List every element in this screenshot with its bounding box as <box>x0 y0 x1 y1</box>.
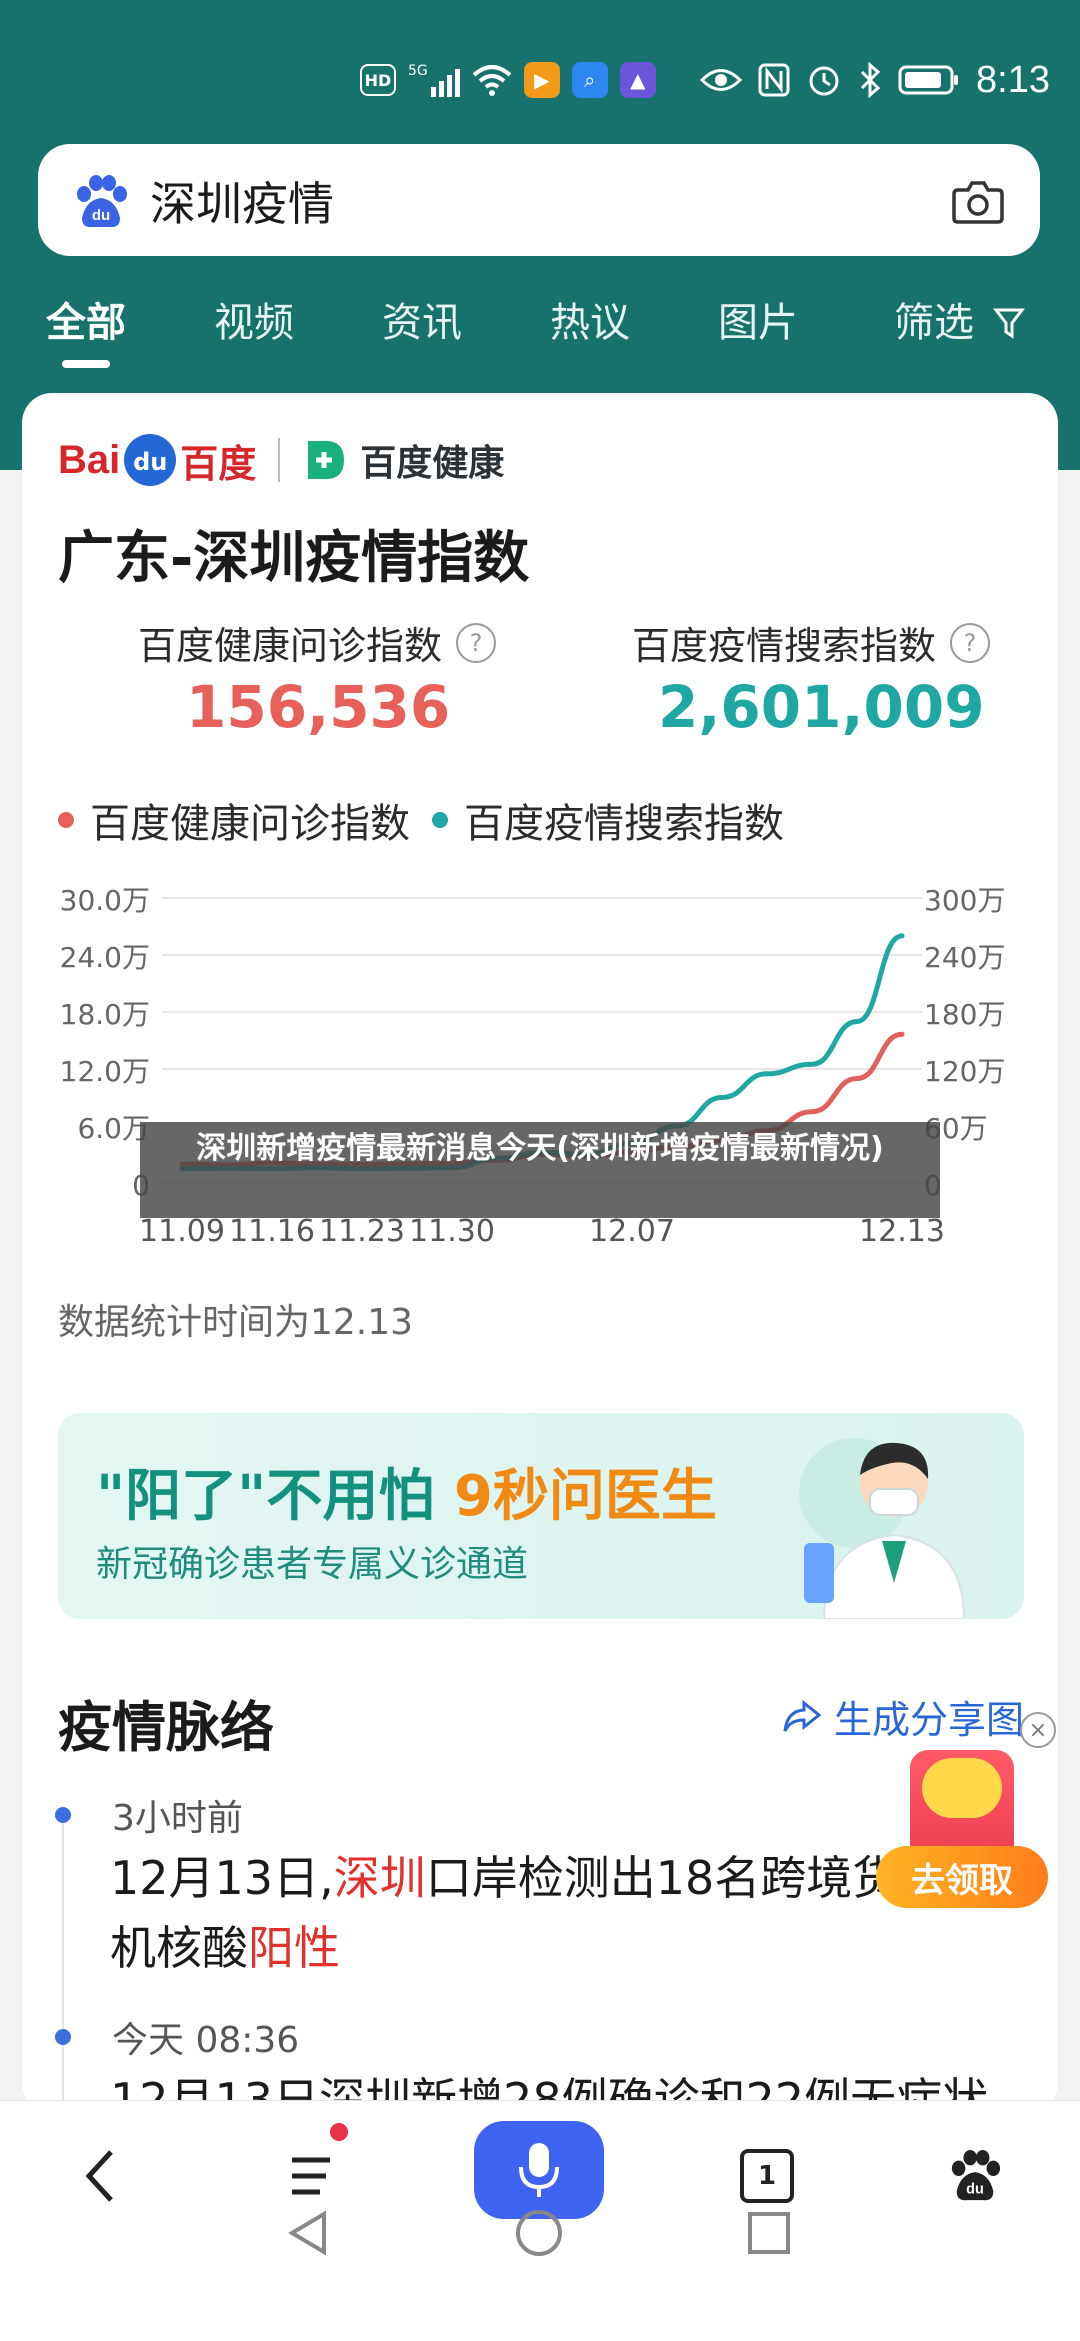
search-query[interactable]: 深圳疫情 <box>150 168 334 234</box>
hd-icon: HD <box>360 64 396 96</box>
doctor-illustration <box>799 1438 966 1619</box>
banner-title: "阳了"不用怕 9秒问医生 <box>96 1451 717 1532</box>
legend-dot-search <box>432 812 448 828</box>
banner-title-part1: "阳了"不用怕 <box>96 1464 454 1529</box>
search-bar[interactable]: du 深圳疫情 <box>38 144 1040 256</box>
search-app-icon: ⌕ <box>571 62 608 98</box>
legend-label-search: 百度疫情搜索指数 <box>464 801 784 847</box>
card-title: 广东-深圳疫情指数 <box>58 526 530 591</box>
nfc-icon <box>758 63 790 97</box>
x-tick-label: 11.09 <box>139 1214 225 1249</box>
baidu-logo-cn: 百度 <box>180 441 257 486</box>
y-left-tick-label: 30.0万 <box>60 884 150 917</box>
search-index-value: 2,601,009 <box>658 673 985 741</box>
y-right-tick-label: 300万 <box>924 884 1005 917</box>
banner-subtitle: 新冠确诊患者专属义诊通道 <box>96 1544 529 1585</box>
tab-all[interactable]: 全部 <box>46 290 126 348</box>
banner-title-part2: 9秒问医生 <box>453 1464 717 1529</box>
filter-label: 筛选 <box>894 300 974 346</box>
doctor-banner[interactable]: "阳了"不用怕 9秒问医生 新冠确诊患者专属义诊通道 <box>58 1413 1024 1619</box>
tab-video[interactable]: 视频 <box>214 290 294 348</box>
baidu-health-label: 百度健康 <box>360 443 505 484</box>
y-right-tick-label: 180万 <box>924 998 1005 1031</box>
brand-header: Bai du 百度 百度健康 <box>58 425 504 495</box>
timeline-line <box>62 1811 64 2113</box>
x-tick-label: 12.13 <box>859 1214 945 1249</box>
clock: 8:13 <box>976 58 1050 101</box>
chart-legend: 百度健康问诊指数 百度疫情搜索指数 <box>58 791 784 849</box>
search-index-help-icon[interactable]: ? <box>950 622 991 663</box>
image-caption-overlay: 深圳新增疫情最新消息今天(深圳新增疫情最新情况) <box>140 1122 940 1218</box>
consult-index-value: 156,536 <box>186 673 451 741</box>
notification-dot <box>330 2123 348 2141</box>
share-icon <box>783 1699 822 1732</box>
x-tick-label: 11.30 <box>409 1214 495 1249</box>
red-packet-face-icon <box>922 1758 1002 1818</box>
tab-filter[interactable]: 筛选 <box>894 290 1025 348</box>
brand-divider <box>278 438 281 482</box>
stat-time-note: 数据统计时间为12.13 <box>58 1302 414 1343</box>
share-image-button[interactable]: 生成分享图 <box>782 1689 1024 1744</box>
wifi-icon <box>472 65 512 96</box>
filter-icon <box>992 308 1025 339</box>
baidu-logo-paw: du <box>124 434 177 486</box>
claim-button[interactable]: 去领取 <box>876 1846 1048 1908</box>
ad-close-button[interactable]: × <box>1020 1712 1056 1748</box>
eye-icon <box>700 69 743 91</box>
y-left-tick-label: 24.0万 <box>60 941 150 974</box>
5g-signal-icon: 5G <box>408 63 460 97</box>
legend-label-consult: 百度健康问诊指数 <box>90 801 410 847</box>
search-index-label: 百度疫情搜索指数 ? <box>632 615 991 670</box>
consult-index-label-text: 百度健康问诊指数 <box>138 624 443 668</box>
x-tick-label: 11.23 <box>319 1214 405 1249</box>
x-tick-label: 11.16 <box>229 1214 315 1249</box>
alarm-icon <box>809 66 839 96</box>
nav-home-icon[interactable] <box>514 2208 564 2258</box>
share-label: 生成分享图 <box>834 1698 1025 1742</box>
y-right-tick-label: 240万 <box>924 941 1005 974</box>
timeline-text-part: 12月13日, <box>110 1851 334 1905</box>
timeline-text-keyword: 阳性 <box>248 1921 340 1975</box>
active-tab-indicator <box>62 360 110 368</box>
svg-text:du: du <box>92 207 110 224</box>
app-notification-icon: ▶ <box>523 62 560 98</box>
search-index-label-text: 百度疫情搜索指数 <box>632 624 937 668</box>
x-tick-label: 12.07 <box>589 1214 675 1249</box>
timeline-item-text[interactable]: 12月13日,深圳口岸检测出18名跨境货车司机核酸阳性 <box>110 1843 1010 1983</box>
consult-index-label: 百度健康问诊指数 ? <box>138 615 497 670</box>
bluetooth-icon <box>860 62 881 98</box>
timeline-title: 疫情脉络 <box>58 1696 274 1759</box>
timeline-time: 今天 08:36 <box>112 2020 300 2061</box>
tab-discussion[interactable]: 热议 <box>550 290 630 348</box>
system-navigation-bar <box>0 2180 1080 2340</box>
baidu-paw-icon[interactable]: du <box>72 174 130 230</box>
legend-dot-consult <box>58 812 74 828</box>
camera-icon[interactable] <box>952 178 1004 224</box>
baidu-logo-text: Bai <box>58 437 121 482</box>
nav-recents-icon[interactable] <box>744 2208 794 2258</box>
timeline-dot <box>55 2029 71 2045</box>
y-left-tick-label: 12.0万 <box>60 1055 150 1088</box>
y-right-tick-label: 120万 <box>924 1055 1005 1088</box>
battery-icon <box>898 65 959 95</box>
timeline-dot <box>55 1807 71 1823</box>
education-app-icon: ▲ <box>619 62 656 98</box>
consult-index-help-icon[interactable]: ? <box>456 622 497 663</box>
tab-news[interactable]: 资讯 <box>382 290 462 348</box>
baidu-health-icon <box>308 441 345 479</box>
timeline-time: 3小时前 <box>112 1798 243 1839</box>
tab-images[interactable]: 图片 <box>718 290 798 348</box>
nav-back-icon[interactable] <box>284 2208 334 2258</box>
status-bar: HD 5G ▶ ⌕ ▲ 8:13 <box>0 52 1080 108</box>
timeline-text-keyword: 深圳 <box>333 1851 426 1905</box>
y-left-tick-label: 18.0万 <box>60 998 150 1031</box>
search-tabs: 全部 视频 资讯 热议 图片 筛选 <box>0 290 1080 370</box>
